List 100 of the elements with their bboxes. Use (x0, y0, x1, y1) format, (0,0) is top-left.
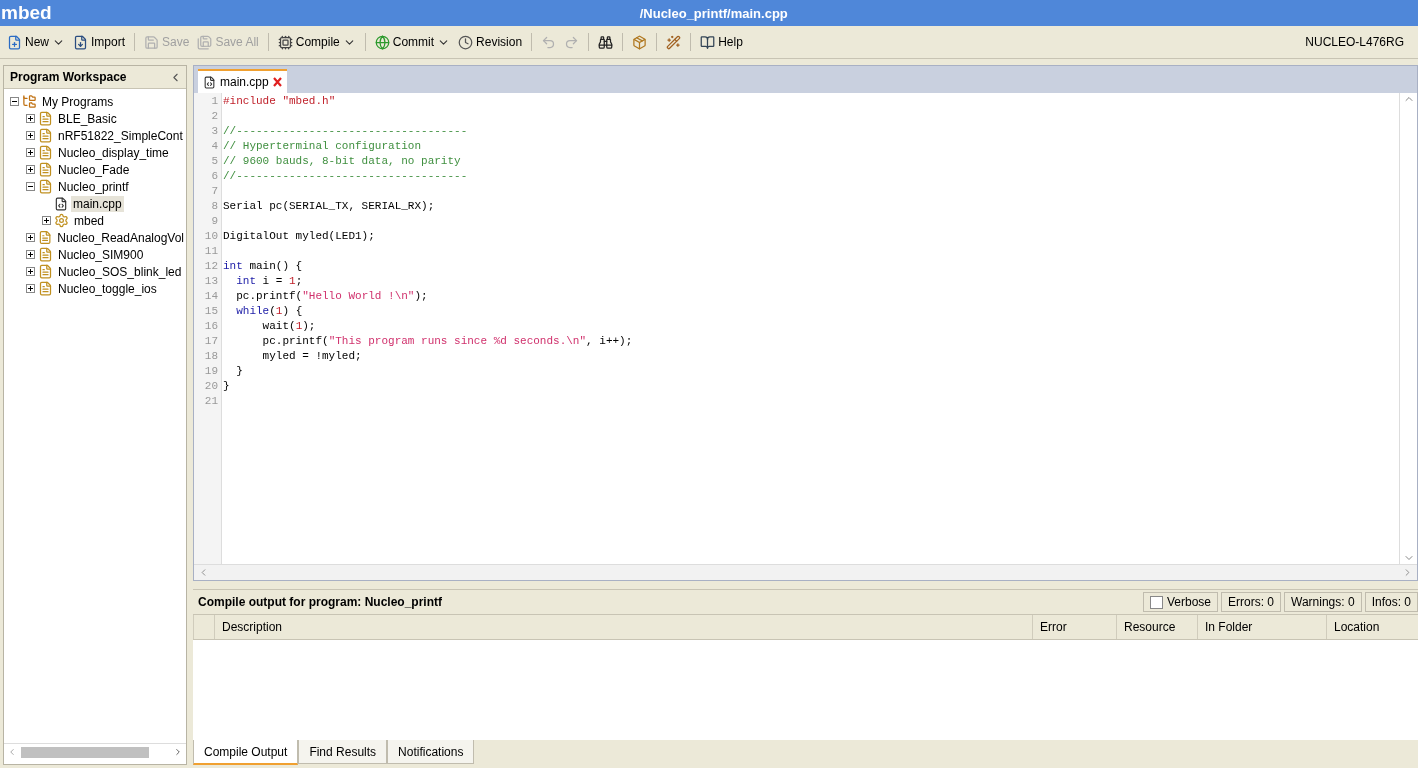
file-icon (54, 196, 68, 211)
column-header[interactable]: In Folder (1197, 615, 1326, 639)
output-title: Compile output for program: Nucleo_printf (198, 595, 442, 609)
collapse-icon[interactable] (10, 97, 19, 106)
tree-item[interactable]: Nucleo_toggle_ios (56, 280, 159, 297)
app-logo: mbed (0, 2, 52, 24)
redo-icon (564, 34, 580, 50)
expand-icon[interactable] (26, 114, 35, 123)
counter: Infos: 0 (1364, 592, 1418, 612)
tree-item[interactable]: My Programs (40, 93, 116, 110)
line-number: 5 (210, 155, 219, 169)
clock-icon (458, 34, 474, 50)
code-line: #include "mbed.h" (223, 95, 336, 109)
tree-item[interactable]: Nucleo_printf (56, 178, 131, 195)
toolbar-button[interactable]: Import (70, 32, 129, 52)
line-number: 1 (210, 95, 219, 109)
toolbar-button[interactable]: Revision (455, 32, 526, 52)
expand-icon[interactable] (26, 284, 35, 293)
window-title: /Nucleo_printf/main.cpp (639, 5, 788, 21)
expand-icon[interactable] (26, 165, 35, 174)
undo-icon (541, 34, 557, 50)
expand-icon[interactable] (26, 131, 35, 140)
tree-item[interactable]: nRF51822_SimpleCont (56, 127, 185, 144)
code-line: int main() { (223, 260, 303, 274)
tree-item[interactable]: Nucleo_display_time (56, 144, 171, 161)
code-line: pc.printf("Hello World !\n"); (235, 290, 428, 304)
program-icon (38, 111, 53, 126)
program-icon (38, 162, 53, 177)
program-icon (38, 247, 53, 262)
tree-item[interactable]: main.cpp (71, 195, 124, 212)
scroll-right-icon[interactable] (173, 747, 183, 757)
new-file-icon (7, 34, 22, 50)
file-icon (203, 75, 216, 89)
package-icon (632, 34, 648, 50)
panel-title: Program Workspace (10, 70, 127, 84)
column-header[interactable]: Resource (1116, 615, 1197, 639)
collapse-icon[interactable] (26, 182, 35, 191)
programs-icon (22, 94, 37, 109)
panel-tab[interactable]: Find Results (298, 740, 388, 764)
line-number: 12 (203, 260, 219, 274)
editor-tab[interactable]: main.cpp (198, 69, 287, 93)
toolbar-button[interactable]: Compile (274, 32, 359, 52)
tree-item[interactable]: Nucleo_SIM900 (56, 246, 146, 263)
gear-icon (54, 213, 69, 228)
tree-item[interactable]: BLE_Basic (56, 110, 119, 127)
code-line: while(1) { (235, 305, 303, 319)
line-number: 17 (203, 335, 219, 349)
platform-name[interactable]: NUCLEO-L476RG (1305, 35, 1404, 49)
tree-item[interactable]: Nucleo_ReadAnalogVol (55, 229, 186, 246)
counter: Errors: 0 (1221, 592, 1282, 612)
expand-icon[interactable] (42, 216, 51, 225)
code-line: //----------------------------------- (223, 170, 468, 184)
code-line: DigitalOut myled(LED1); (223, 230, 375, 244)
globe-icon (374, 34, 390, 50)
line-number: 7 (210, 185, 219, 199)
line-number: 3 (210, 125, 219, 139)
binoculars-icon (598, 34, 614, 50)
column-header[interactable]: Description (214, 615, 1032, 639)
tree-item[interactable]: Nucleo_SOS_blink_led (56, 263, 184, 280)
code-line: pc.printf("This program runs since %d seconds.\n", i++); (261, 335, 633, 349)
code-line: // 9600 bauds, 8-bit data, no parity (223, 155, 461, 169)
program-icon (38, 281, 53, 296)
program-icon (38, 128, 53, 143)
line-number: 19 (203, 365, 219, 379)
line-number: 13 (203, 275, 219, 289)
tree-item[interactable]: mbed (72, 212, 107, 229)
column-header[interactable]: Error (1032, 615, 1116, 639)
column-header[interactable]: Location (1326, 615, 1418, 639)
line-number: 18 (203, 350, 219, 364)
code-line: myled = !myled; (261, 350, 362, 364)
line-number: 11 (203, 245, 219, 259)
verbose-checkbox[interactable]: Verbose (1143, 592, 1219, 612)
code-line: // Hyperterminal configuration (223, 140, 422, 154)
close-icon[interactable] (272, 77, 282, 87)
panel-tab[interactable]: Compile Output (193, 740, 299, 765)
expand-icon[interactable] (26, 267, 35, 276)
code-line: int i = 1; (235, 275, 303, 289)
import-icon (73, 34, 88, 50)
line-number: 8 (210, 200, 219, 214)
toolbar-button[interactable]: Help (697, 32, 746, 52)
toolbar-button[interactable]: Commit (371, 32, 454, 52)
line-number: 14 (203, 290, 219, 304)
expand-icon[interactable] (26, 148, 35, 157)
expand-icon[interactable] (26, 250, 35, 259)
program-icon (38, 145, 53, 160)
expand-icon[interactable] (26, 233, 35, 242)
code-line: Serial pc(SERIAL_TX, SERIAL_RX); (223, 200, 435, 214)
panel-tab[interactable]: Notifications (387, 740, 475, 764)
tree-item[interactable]: Nucleo_Fade (56, 161, 132, 178)
wand-icon (666, 34, 682, 50)
line-number: 9 (210, 215, 219, 229)
tab-label: main.cpp (220, 75, 269, 89)
code-line: //----------------------------------- (223, 125, 468, 139)
line-number: 21 (203, 395, 219, 409)
line-number: 6 (210, 170, 219, 184)
line-number: 4 (210, 140, 219, 154)
toolbar-button[interactable]: New (4, 32, 68, 52)
horizontal-scrollbar[interactable] (4, 743, 186, 760)
program-icon (38, 230, 53, 245)
code-line: wait(1); (261, 320, 316, 334)
